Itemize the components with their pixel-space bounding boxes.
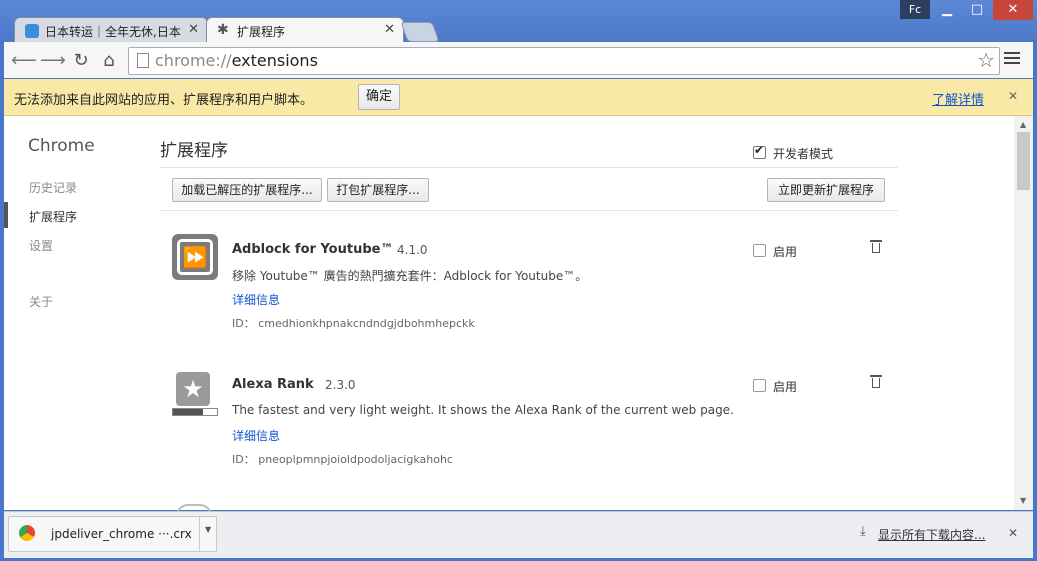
extension-details-link[interactable]: 详细信息: [232, 291, 280, 308]
extension-name: Adblock for Youtube™: [232, 242, 394, 257]
sidebar-item-about[interactable]: 关于: [29, 293, 53, 310]
tab-title: 扩展程序: [237, 25, 286, 39]
show-all-downloads-link[interactable]: 显示所有下载内容...: [878, 526, 985, 543]
tab-close-icon[interactable]: ✕: [188, 22, 199, 37]
download-bar-close-icon[interactable]: ✕: [1008, 526, 1018, 540]
divider: [199, 517, 200, 551]
developer-mode-label: 开发者模式: [773, 147, 834, 161]
pack-extension-button[interactable]: 打包扩展程序...: [327, 178, 429, 202]
alexa-star-icon: ★: [176, 372, 210, 406]
check-icon: ✔: [754, 143, 765, 157]
back-icon[interactable]: ⟵: [11, 50, 37, 72]
forward-icon[interactable]: ⟶: [40, 50, 66, 72]
scroll-down-icon[interactable]: ▼: [1020, 496, 1026, 505]
extensions-page: Chrome 历史记录 扩展程序 设置 关于 扩展程序 ✔ 开发者模式 加载已解…: [4, 116, 1014, 516]
close-window-button[interactable]: ✕: [993, 0, 1033, 20]
home-icon[interactable]: ⌂: [98, 50, 120, 72]
trash-icon[interactable]: [870, 240, 882, 253]
tab-title: 日本转运｜全年无休,日本: [45, 25, 181, 39]
enable-checkbox[interactable]: [753, 244, 766, 257]
url-text: chrome://extensions: [155, 51, 318, 70]
puzzle-icon: ✱: [217, 22, 229, 38]
update-extensions-button[interactable]: 立即更新扩展程序: [767, 178, 885, 202]
chrome-file-icon: [19, 525, 35, 541]
enable-label: 启用: [773, 380, 798, 394]
info-message: 无法添加来自此网站的应用、扩展程序和用户脚本。: [14, 93, 314, 108]
tab-extensions[interactable]: ✱ 扩展程序 ✕: [206, 17, 404, 44]
extension-id: ID： cmedhionkhpnakcndndgjdbohmhepckk: [232, 317, 475, 330]
scroll-thumb[interactable]: [1017, 132, 1030, 190]
rank-bar: [172, 408, 218, 416]
page-title: 扩展程序: [160, 141, 228, 161]
reload-icon[interactable]: ↻: [70, 50, 92, 72]
page-icon: [137, 53, 149, 68]
load-unpacked-button[interactable]: 加载已解压的扩展程序...: [172, 178, 322, 202]
extension-details-link[interactable]: 详细信息: [232, 427, 280, 444]
extension-name: Alexa Rank: [232, 377, 314, 392]
sidebar-item-history[interactable]: 历史记录: [29, 179, 77, 196]
download-bar: jpdeliver_chrome ···.crx ▼ ⤓ 显示所有下载内容...…: [4, 511, 1033, 558]
developer-mode-checkbox[interactable]: ✔: [753, 143, 766, 159]
download-icon: ⤓: [860, 524, 866, 539]
menu-icon[interactable]: [1004, 52, 1020, 64]
divider: [160, 210, 898, 211]
chevron-down-icon[interactable]: ▼: [205, 525, 211, 534]
scrollbar[interactable]: ▲ ▼: [1014, 116, 1033, 510]
adblock-extension-icon: ⏩: [172, 234, 218, 280]
tab-japan-forwarding[interactable]: 日本转运｜全年无休,日本 ✕: [14, 17, 208, 44]
site-favicon-icon: [25, 24, 39, 38]
download-filename: jpdeliver_chrome ···.crx: [51, 527, 192, 541]
profile-badge[interactable]: Fc: [900, 0, 930, 19]
sidebar-title: Chrome: [28, 136, 95, 156]
sidebar-active-indicator: [4, 202, 8, 228]
new-tab-button[interactable]: [400, 22, 440, 42]
enable-label: 启用: [773, 245, 798, 259]
enable-checkbox[interactable]: [753, 379, 766, 392]
maximize-button[interactable]: □: [963, 0, 991, 20]
learn-more-link[interactable]: 了解详情: [932, 89, 984, 108]
tab-close-icon[interactable]: ✕: [384, 22, 395, 37]
extension-version: 2.3.0: [325, 378, 356, 392]
trash-icon[interactable]: [870, 375, 882, 388]
bookmark-star-icon[interactable]: ☆: [977, 48, 995, 72]
infobar-close-icon[interactable]: ✕: [1008, 89, 1018, 103]
sidebar-item-extensions[interactable]: 扩展程序: [29, 208, 77, 225]
download-item[interactable]: jpdeliver_chrome ···.crx ▼: [8, 516, 217, 552]
address-bar[interactable]: chrome://extensions ☆: [128, 47, 1000, 75]
extension-description: The fastest and very light weight. It sh…: [232, 403, 734, 417]
scroll-up-icon[interactable]: ▲: [1020, 120, 1026, 129]
extension-version: 4.1.0: [397, 243, 428, 257]
minimize-button[interactable]: ▁: [933, 0, 961, 20]
extension-description: 移除 Youtube™ 廣告的熱門擴充套件：Adblock for Youtub…: [232, 269, 588, 283]
extension-id: ID： pneoplpmnpjoioldpodoljacigkahohc: [232, 453, 453, 466]
ok-button[interactable]: 确定: [358, 84, 400, 110]
sidebar-item-settings[interactable]: 设置: [29, 237, 53, 254]
divider: [160, 167, 898, 168]
info-bar: 无法添加来自此网站的应用、扩展程序和用户脚本。 确定 了解详情 ✕: [4, 79, 1033, 116]
